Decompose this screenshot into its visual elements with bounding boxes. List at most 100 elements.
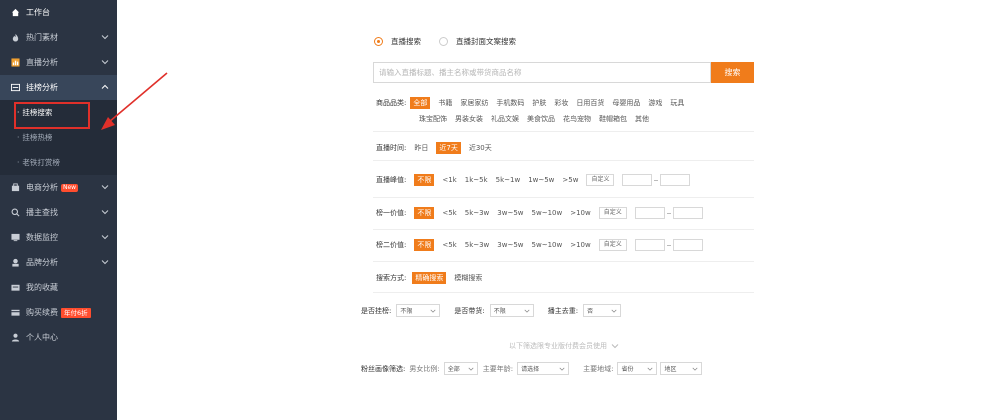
category-option[interactable]: 珠宝配饰 xyxy=(419,114,447,124)
filter-label: 主要年龄: xyxy=(482,364,514,373)
discount-badge: 年付6折 xyxy=(61,307,91,318)
category-option[interactable]: 花鸟宠物 xyxy=(563,114,591,124)
peak-option[interactable]: >5w xyxy=(562,176,578,184)
sidebar-item-favorites[interactable]: 我的收藏 xyxy=(0,275,117,300)
sidebar-item-label: 个人中心 xyxy=(26,333,58,342)
category-option[interactable]: 游戏 xyxy=(648,98,662,108)
rank1-option[interactable]: >10w xyxy=(570,209,591,217)
select-value: 全部 xyxy=(447,366,460,373)
category-option[interactable]: 彩妆 xyxy=(554,98,568,108)
rank1-row: 榜一价值: 不限 <5k 5k~3w 3w~5w 5w~10w >10w 自定义 xyxy=(376,207,703,219)
rank2-option[interactable]: 不限 xyxy=(414,239,435,251)
category-option[interactable]: 书籍 xyxy=(438,98,452,108)
category-option[interactable]: 护肤 xyxy=(532,98,546,108)
time-row: 直播时间: 昨日 近7天 近30天 xyxy=(376,142,500,154)
category-option[interactable]: 家居家纺 xyxy=(460,98,488,108)
category-option[interactable]: 其他 xyxy=(635,114,649,124)
category-option[interactable]: 美食饮品 xyxy=(527,114,555,124)
category-option[interactable]: 手机数码 xyxy=(496,98,524,108)
rank1-option[interactable]: <5k xyxy=(442,209,456,217)
rank1-option[interactable]: 5w~10w xyxy=(532,209,563,217)
hang-select[interactable]: 不限 xyxy=(396,304,441,317)
method-option[interactable]: 模糊搜索 xyxy=(454,273,482,283)
range-max-input[interactable] xyxy=(672,239,703,251)
sidebar-item-workbench[interactable]: 工作台 xyxy=(0,0,117,25)
range-dash xyxy=(666,244,671,246)
peak-option[interactable]: <1k xyxy=(442,176,456,184)
select-value: 不限 xyxy=(400,308,413,315)
province-select[interactable]: 省份 xyxy=(617,362,658,375)
district-select[interactable]: 地区 xyxy=(660,362,703,375)
chevron-down-icon xyxy=(101,60,109,65)
peak-option[interactable]: 1k~5k xyxy=(465,176,488,184)
category-option[interactable]: 玩具 xyxy=(670,98,684,108)
pro-hint[interactable]: 以下筛选限专业版付费会员使用 xyxy=(509,341,619,351)
rank1-option[interactable]: 5k~3w xyxy=(465,209,490,217)
age-select[interactable]: 请选择 xyxy=(517,362,570,375)
fire-icon xyxy=(11,33,20,42)
radio-cover-text-search[interactable] xyxy=(439,37,448,46)
shop-icon xyxy=(11,183,20,192)
method-option[interactable]: 精确搜索 xyxy=(412,272,447,284)
sidebar-item-data-monitor[interactable]: 数据监控 xyxy=(0,225,117,250)
search-button[interactable]: 搜索 xyxy=(711,62,754,83)
chevron-down-icon xyxy=(611,344,619,349)
sidebar-item-streamer-search[interactable]: 播主查找 xyxy=(0,200,117,225)
search-mode-group: 直播搜索 直播封面文案搜索 xyxy=(374,36,534,47)
rank1-option[interactable]: 不限 xyxy=(414,207,435,219)
range-dash xyxy=(666,212,671,214)
peak-option[interactable]: 不限 xyxy=(414,174,435,186)
peak-option[interactable]: 5k~1w xyxy=(496,176,521,184)
rank1-option[interactable]: 3w~5w xyxy=(497,209,523,217)
category-option[interactable]: 男装女装 xyxy=(455,114,483,124)
range-min-input[interactable] xyxy=(634,207,665,219)
rank2-option[interactable]: <5k xyxy=(442,241,456,249)
radio-live-search[interactable] xyxy=(374,37,383,46)
chevron-down-icon xyxy=(101,35,109,40)
sidebar-item-label: 数据监控 xyxy=(26,233,58,242)
custom-range-button[interactable]: 自定义 xyxy=(598,239,627,251)
time-option[interactable]: 昨日 xyxy=(414,143,428,153)
search-input[interactable]: 请输入直播标题、播主名称或带货商品名称 xyxy=(373,62,711,83)
rank2-option[interactable]: 3w~5w xyxy=(497,241,523,249)
highlight-annotation-box xyxy=(14,102,90,129)
filter-label: 商品品类: xyxy=(376,99,407,107)
sidebar-item-label: 购买续费 xyxy=(26,308,58,317)
category-option[interactable]: 礼品文娱 xyxy=(491,114,519,124)
filter-label: 是否带货: xyxy=(454,306,485,315)
sidebar-item-purchase[interactable]: 购买续费 年付6折 xyxy=(0,300,117,325)
filter-label: 直播峰值: xyxy=(376,176,407,184)
divider xyxy=(373,197,754,198)
main-panel: 直播搜索 直播封面文案搜索 请输入直播标题、播主名称或带货商品名称 搜索 商品品… xyxy=(117,0,1000,420)
range-max-input[interactable] xyxy=(660,174,691,186)
category-option[interactable]: 日用百货 xyxy=(576,98,604,108)
category-option[interactable]: 母婴用品 xyxy=(612,98,640,108)
sidebar-item-brand-analysis[interactable]: 品牌分析 xyxy=(0,250,117,275)
category-option[interactable]: 全部 xyxy=(410,97,431,109)
chevron-down-icon xyxy=(559,367,565,371)
peak-option[interactable]: 1w~5w xyxy=(528,176,554,184)
sidebar-item-hot-material[interactable]: 热门素材 xyxy=(0,25,117,50)
rank2-option[interactable]: 5w~10w xyxy=(532,241,563,249)
time-option[interactable]: 近7天 xyxy=(436,142,461,154)
range-min-input[interactable] xyxy=(622,174,653,186)
time-option[interactable]: 近30天 xyxy=(469,143,492,153)
chevron-down-icon xyxy=(468,367,474,371)
bar-chart-icon xyxy=(11,58,20,67)
range-min-input[interactable] xyxy=(634,239,665,251)
range-max-input[interactable] xyxy=(672,207,703,219)
sidebar-item-label: 工作台 xyxy=(26,8,50,17)
custom-range-button[interactable]: 自定义 xyxy=(586,174,615,186)
sidebar-item-profile[interactable]: 个人中心 xyxy=(0,325,117,350)
search-placeholder: 请输入直播标题、播主名称或带货商品名称 xyxy=(379,68,522,77)
new-badge: New xyxy=(61,183,79,192)
sidebar-subitem-tip-rank[interactable]: · 老铁打赏榜 xyxy=(0,150,117,175)
rank2-option[interactable]: 5k~3w xyxy=(465,241,490,249)
goods-select[interactable]: 不限 xyxy=(489,304,534,317)
sidebar-item-ecommerce[interactable]: 电商分析 New xyxy=(0,175,117,200)
gender-select[interactable]: 全部 xyxy=(443,362,478,375)
dedup-select[interactable]: 否 xyxy=(583,304,622,317)
rank2-option[interactable]: >10w xyxy=(570,241,591,249)
custom-range-button[interactable]: 自定义 xyxy=(598,207,627,219)
category-option[interactable]: 鞋帽箱包 xyxy=(599,114,627,124)
